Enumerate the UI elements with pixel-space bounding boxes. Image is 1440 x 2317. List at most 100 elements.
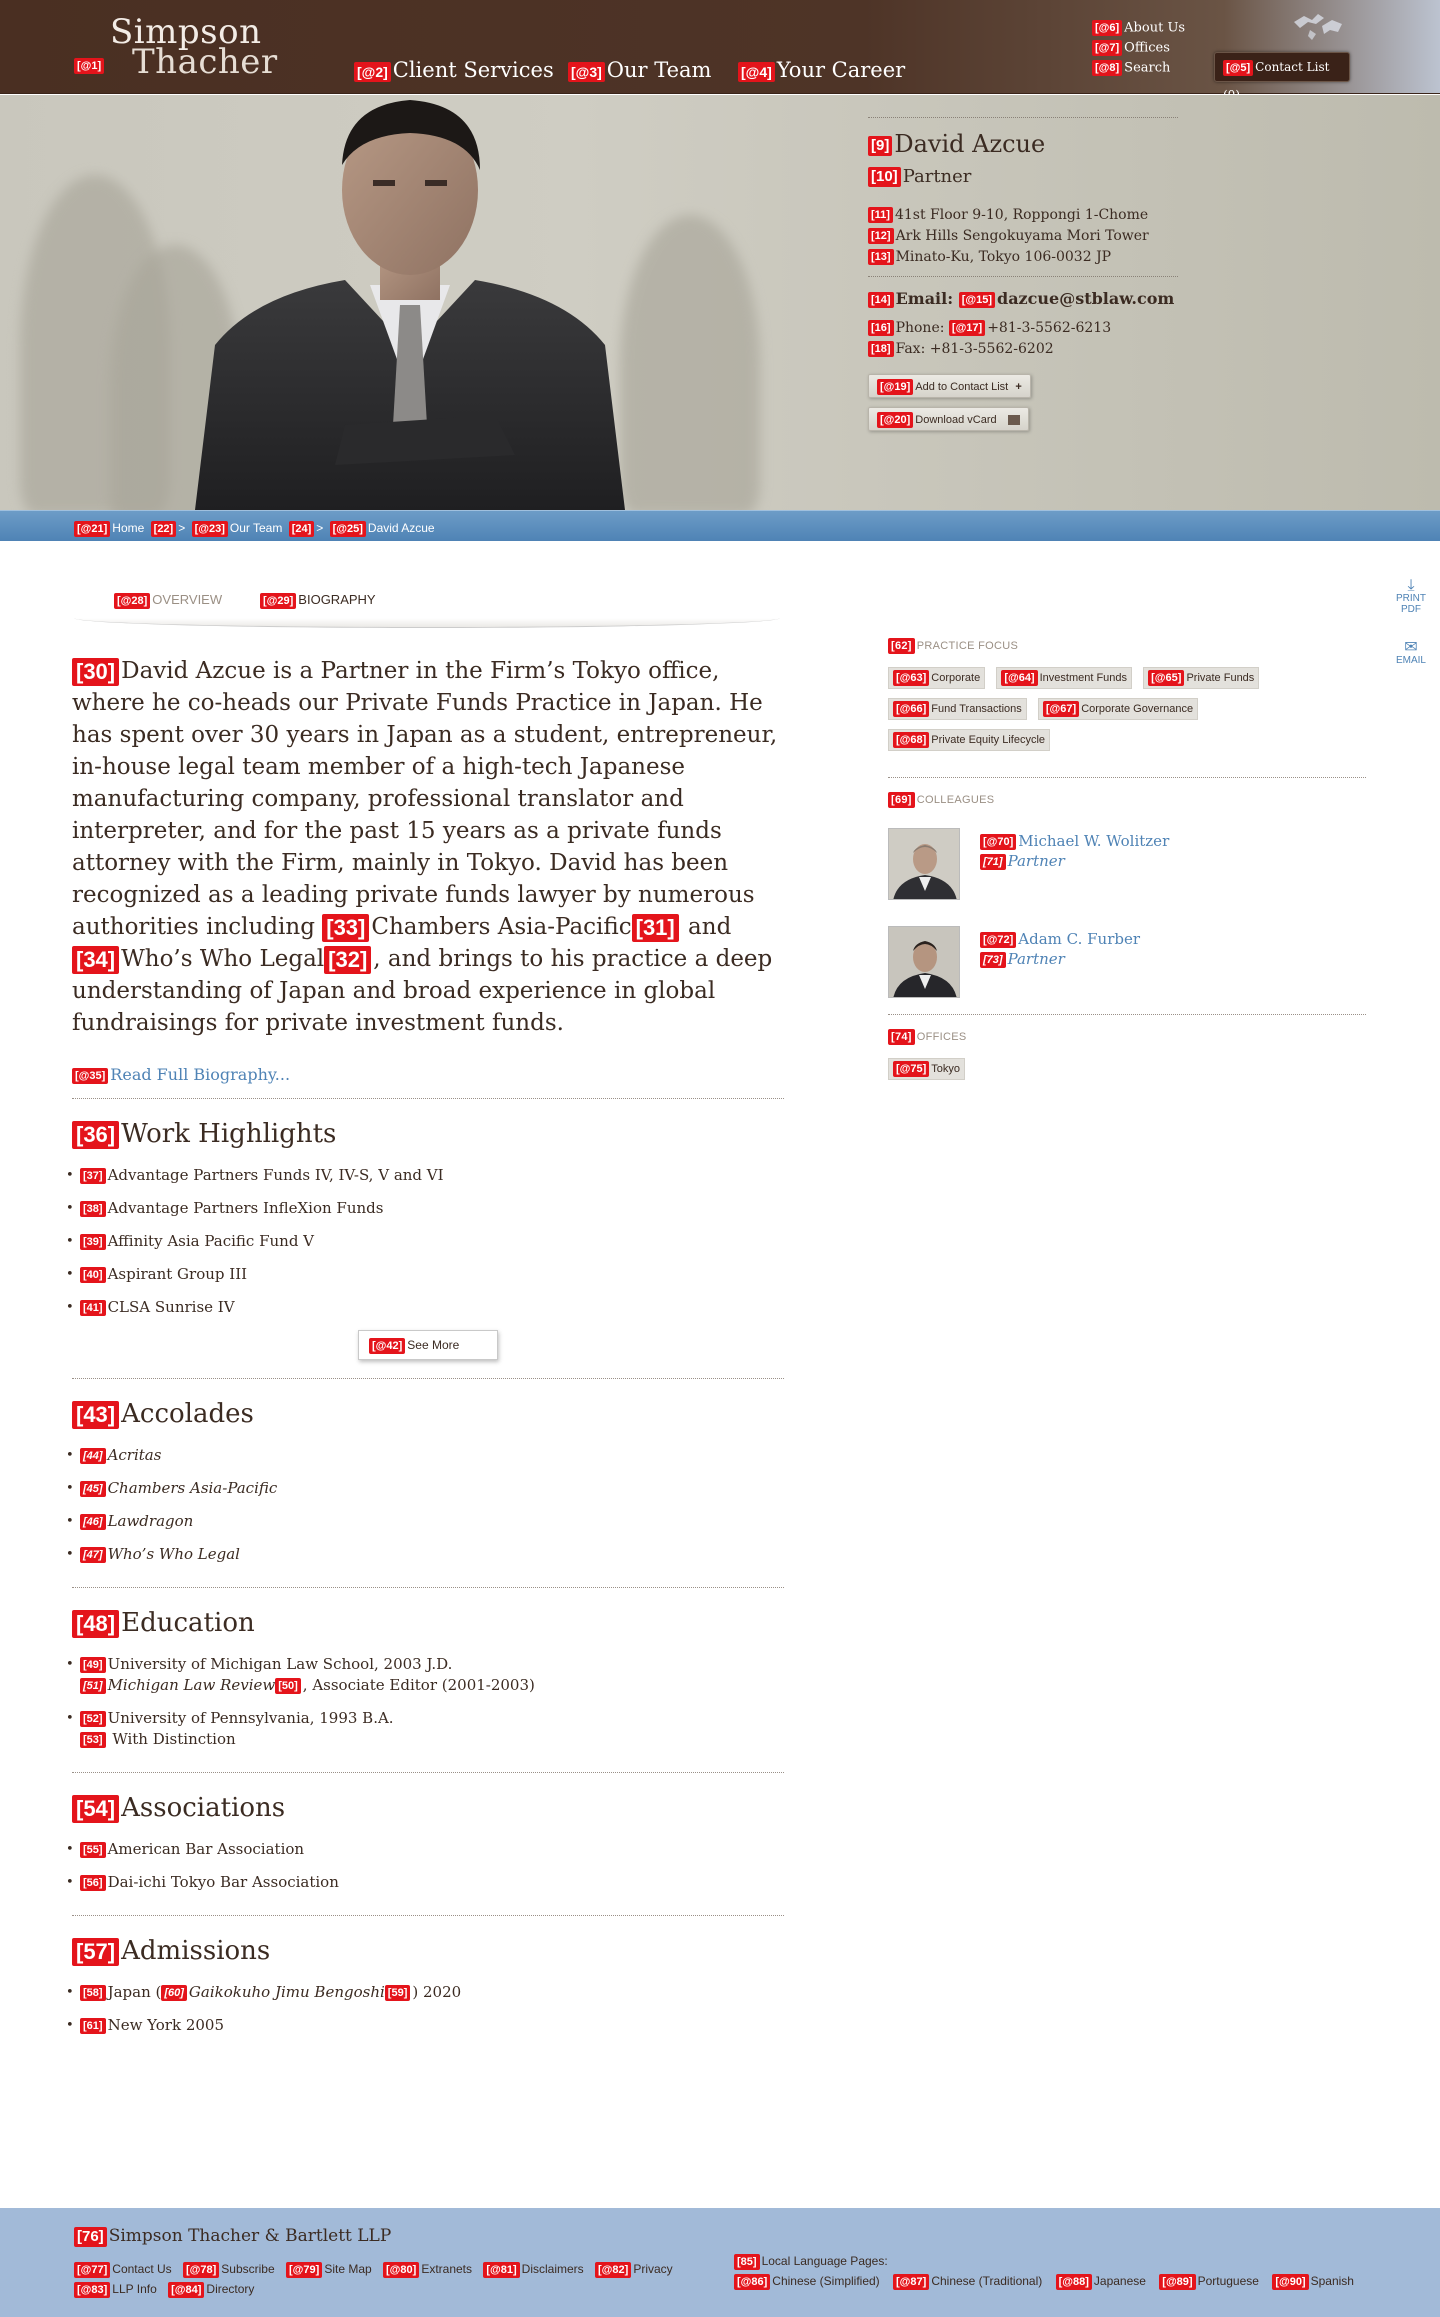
section-title: [43] Accolades — [72, 1399, 784, 1429]
office-chips: [@75] Tokyo — [888, 1057, 1366, 1088]
add-to-contact-list-button[interactable]: [@19] Add to Contact List + — [868, 374, 1031, 398]
list-item-text: Aspirant Group III — [107, 1265, 248, 1283]
footer-link-disclaimers[interactable]: [@81] Disclaimers — [483, 2262, 584, 2278]
tag: [37] — [80, 1168, 106, 1184]
person-name-text: David Azcue — [894, 130, 1046, 158]
list-item: [55]American Bar Association — [66, 1839, 784, 1860]
see-more-button[interactable]: [@42] See More — [358, 1330, 498, 1360]
practice-chip[interactable]: [@64] Investment Funds — [996, 667, 1133, 690]
breadcrumb-home[interactable]: [@21] Home — [74, 521, 144, 537]
tab-overview[interactable]: [@28] OVERVIEW — [114, 592, 222, 609]
footer-link-label: LLP Info — [112, 2282, 157, 2297]
read-full-biography-link[interactable]: [@35] Read Full Biography... — [72, 1065, 784, 1084]
chip-label: Investment Funds — [1039, 672, 1128, 684]
office-chip-tokyo[interactable]: [@75] Tokyo — [888, 1058, 966, 1081]
util-search[interactable]: [@8] Search — [1092, 60, 1170, 76]
section-title-text: Admissions — [121, 1936, 271, 1966]
nav-our-team[interactable]: [@3] Our Team — [568, 58, 711, 82]
list-item-sub: [53] With Distinction — [80, 1729, 784, 1750]
colleague-title-text: Partner — [1007, 852, 1065, 871]
tag: [@80] — [383, 2262, 420, 2278]
hero-actions: [@19] Add to Contact List + — [868, 374, 1178, 398]
footer-link-llp-info[interactable]: [@83] LLP Info — [74, 2282, 157, 2298]
tab-biography[interactable]: [@29] BIOGRAPHY — [260, 592, 376, 609]
colleague-photo[interactable] — [888, 828, 960, 901]
email-button[interactable]: ✉ EMAIL — [1390, 640, 1432, 667]
tag: [12] — [868, 228, 894, 244]
footer-link-privacy[interactable]: [@82] Privacy — [595, 2262, 673, 2278]
list-item: [52]University of Pennsylvania, 1993 B.A… — [66, 1708, 784, 1750]
lang-link-spanish[interactable]: [@90] Spanish — [1272, 2274, 1354, 2290]
accolades-section: [43]Accolades [44]Acritas [45]Chambers A… — [66, 1378, 784, 1565]
sidebar: [62] PRACTICE FOCUS [@63] Corporate [@64] I… — [888, 638, 1366, 1088]
footer-link-label: Contact Us — [112, 2262, 172, 2277]
practice-chip[interactable]: [@68] Private Equity Lifecycle — [888, 729, 1051, 752]
lang-link-chinese-simplified[interactable]: [@86] Chinese (Simplified) — [734, 2274, 880, 2290]
admissions-list: [58]Japan ([60]Gaikokuho Jimu Bengoshi[5… — [66, 1982, 784, 2036]
colleague-name-link[interactable]: [@70] Michael W. Wolitzer — [980, 832, 1169, 851]
tag: [13] — [868, 249, 894, 265]
lang-link-japanese[interactable]: [@88] Japanese — [1055, 2274, 1146, 2290]
contact-list-button[interactable]: [@5]Contact List (0) — [1214, 52, 1350, 102]
util-offices[interactable]: [@7] Offices — [1092, 40, 1170, 56]
tag: [40] — [80, 1267, 106, 1283]
chip-label: Corporate — [931, 672, 981, 684]
list-item: [47]Who’s Who Legal — [66, 1544, 784, 1565]
list-item-text: Japan ( — [107, 1983, 162, 2001]
practice-chip[interactable]: [@67] Corporate Governance — [1037, 698, 1199, 721]
practice-chip[interactable]: [@66] Fund Transactions — [888, 698, 1027, 721]
list-item: [56]Dai-ichi Tokyo Bar Association — [66, 1872, 784, 1893]
tag: [@15] — [958, 291, 995, 308]
nav-your-career[interactable]: [@4] Your Career — [738, 58, 905, 82]
lang-link-chinese-traditional[interactable]: [@87] Chinese (Traditional) — [893, 2274, 1042, 2290]
colleague-name-link[interactable]: [@72] Adam C. Furber — [980, 930, 1140, 949]
tag: [48] — [72, 1610, 120, 1638]
tag: [@5] — [1223, 59, 1254, 76]
list-item-text: University of Michigan Law School, 2003 … — [107, 1655, 453, 1673]
util-about-us[interactable]: [@6] About Us — [1092, 20, 1185, 36]
list-item-text: ) 2020 — [412, 1983, 462, 2001]
footer-link-directory[interactable]: [@84] Directory — [168, 2282, 254, 2298]
logo-line-2: Thacher — [132, 42, 278, 82]
tag: [9] — [868, 135, 893, 156]
tag: [71] — [980, 854, 1006, 871]
phone-row: [16] Phone: [@17] +81-3-5562-6213 — [868, 318, 1178, 339]
profile-tabs: [@28] OVERVIEW [@29] BIOGRAPHY — [74, 580, 780, 628]
breadcrumb-current[interactable]: [@25] David Azcue — [329, 521, 435, 537]
list-item: [37]Advantage Partners Funds IV, IV-S, V… — [66, 1165, 784, 1186]
tag: [10] — [868, 167, 901, 187]
practice-chip[interactable]: [@63] Corporate — [888, 667, 986, 690]
footer-link-subscribe[interactable]: [@78] Subscribe — [183, 2262, 275, 2278]
print-pdf-button[interactable]: ⤓ PRINT PDF — [1390, 578, 1432, 616]
address-text: Ark Hills Sengokuyama Mori Tower — [895, 228, 1149, 244]
address-line: [11] 41st Floor 9-10, Roppongi 1-Chome — [868, 205, 1178, 226]
tag: [@63] — [893, 670, 930, 687]
breadcrumb-separator: [24] > — [288, 521, 323, 537]
work-list: [37]Advantage Partners Funds IV, IV-S, V… — [66, 1165, 784, 1318]
footer-link-contact-us[interactable]: [@77] Contact Us — [74, 2262, 172, 2278]
main-content: [30] David Azcue is a Partner in the Firm… — [66, 655, 784, 2048]
vcard-icon — [1007, 415, 1020, 425]
nav-client-services[interactable]: [@2] Client Services — [354, 58, 554, 82]
colleague-photo[interactable] — [888, 926, 960, 999]
tag: [@89] — [1159, 2274, 1196, 2290]
lang-link-portuguese[interactable]: [@89] Portuguese — [1159, 2274, 1259, 2290]
tag: [@90] — [1272, 2274, 1309, 2290]
local-language-text: Local Language Pages: — [761, 2254, 888, 2269]
tag: [53] — [80, 1732, 106, 1748]
tag: [16] — [868, 320, 894, 336]
tag: [61] — [80, 2018, 106, 2034]
footer-link-extranets[interactable]: [@80] Extranets — [383, 2262, 472, 2278]
email-tool-label: EMAIL — [1395, 655, 1426, 666]
practice-chip[interactable]: [@65] Private Funds — [1143, 667, 1260, 690]
person-icon — [889, 927, 959, 998]
email-link[interactable]: [@15] dazcue@stblaw.com — [958, 289, 1174, 308]
tag: [30] — [72, 658, 120, 686]
download-vcard-button[interactable]: [@20] Download vCard — [868, 407, 1029, 431]
tag: [49] — [80, 1657, 106, 1673]
footer-link-site-map[interactable]: [@79] Site Map — [286, 2262, 372, 2278]
logo[interactable]: [@1] Simpson Thacher — [74, 12, 284, 82]
tag: [@29] — [260, 592, 297, 609]
phone-link[interactable]: [@17] +81-3-5562-6213 — [948, 320, 1111, 336]
breadcrumb-our-team[interactable]: [@23] Our Team — [191, 521, 282, 537]
